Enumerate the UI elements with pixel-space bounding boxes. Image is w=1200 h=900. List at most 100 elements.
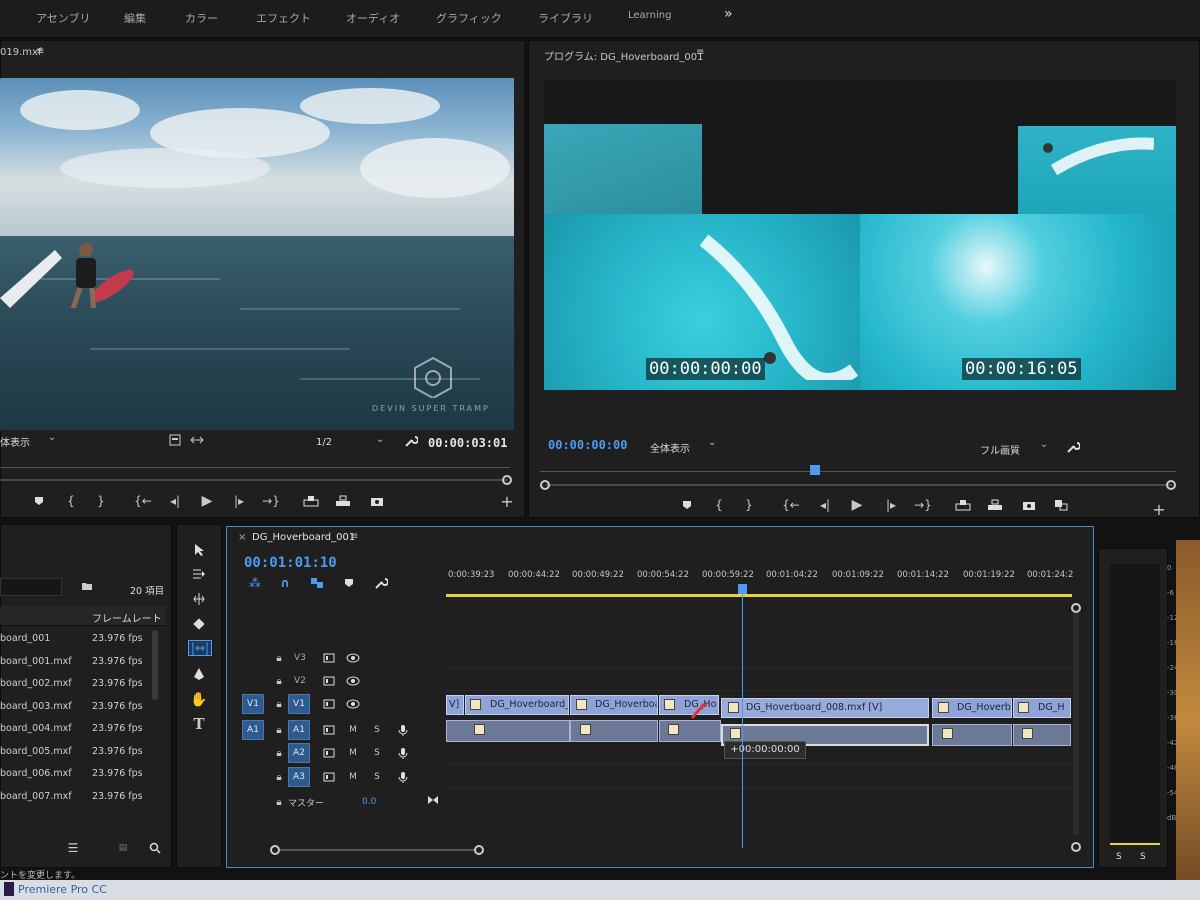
eye-icon[interactable] — [344, 673, 362, 689]
add-marker-icon[interactable] — [678, 497, 696, 513]
solo-a3-button[interactable]: S — [368, 769, 386, 785]
track-target-a3[interactable]: A3 — [288, 767, 310, 787]
type-tool-icon[interactable]: T — [190, 715, 208, 733]
folder-icon[interactable] — [78, 578, 96, 594]
column-frame-rate[interactable]: フレームレート — [92, 610, 162, 625]
panel-menu-icon[interactable]: ≡ — [350, 531, 358, 542]
solo-a2-button[interactable]: S — [368, 745, 386, 761]
horizontal-scrollbar[interactable] — [280, 849, 476, 851]
razor-tool-icon[interactable] — [190, 616, 208, 632]
timeline-playhead-handle[interactable] — [738, 584, 747, 594]
master-volume-value[interactable]: 0.0 — [362, 797, 376, 807]
premiere-app-icon[interactable] — [4, 882, 14, 896]
pen-tool-icon[interactable] — [190, 666, 208, 682]
export-frame-icon[interactable] — [1020, 497, 1038, 513]
zoom-handle[interactable] — [270, 845, 280, 855]
play-icon[interactable]: ▶ — [848, 497, 866, 513]
source-timecode[interactable]: 00:00:03:01 — [428, 436, 507, 450]
sync-lock-icon[interactable] — [320, 650, 338, 666]
go-to-in-icon[interactable]: {← — [782, 497, 800, 513]
project-list-item[interactable]: board_001 23.976 fps — [0, 628, 158, 650]
button-editor-plus-icon[interactable]: + — [498, 492, 516, 511]
zoom-handle[interactable] — [1166, 480, 1176, 490]
project-scrollbar[interactable] — [152, 630, 158, 700]
selection-tool-icon[interactable] — [190, 542, 208, 558]
taskbar-app-label[interactable]: Premiere Pro CC — [18, 883, 107, 896]
more-workspaces-icon[interactable]: » — [724, 6, 733, 22]
settings-toggle-icon[interactable] — [166, 432, 184, 448]
chevron-down-icon[interactable]: ⌄ — [48, 432, 56, 443]
close-tab-icon[interactable]: × — [238, 532, 246, 543]
slip-tool-icon[interactable]: |↔| — [188, 640, 212, 656]
insert-icon[interactable] — [302, 493, 320, 509]
wrench-icon[interactable] — [402, 433, 420, 449]
source-zoom-scrollbar[interactable] — [0, 479, 508, 481]
sync-lock-icon[interactable] — [320, 696, 338, 712]
timeline-tab[interactable]: DG_Hoverboard_001 — [252, 532, 355, 543]
solo-right-button[interactable]: S — [1140, 852, 1146, 862]
step-back-icon[interactable]: ◂| — [816, 497, 834, 513]
step-back-icon[interactable]: ◂| — [166, 493, 184, 509]
microphone-icon[interactable] — [394, 722, 412, 738]
project-list-item[interactable]: board_003.mxf 23.976 fps — [0, 696, 158, 718]
extract-icon[interactable] — [986, 497, 1004, 513]
zoom-handle[interactable] — [540, 480, 550, 490]
mark-in-icon[interactable]: { — [62, 493, 80, 509]
mark-in-icon[interactable]: { — [710, 497, 728, 513]
panel-menu-icon[interactable]: ≡ — [36, 46, 44, 57]
sync-lock-icon[interactable] — [320, 745, 338, 761]
solo-a1-button[interactable]: S — [368, 722, 386, 738]
zoom-handle[interactable] — [502, 475, 512, 485]
program-ruler[interactable] — [540, 462, 1176, 472]
program-timecode[interactable]: 00:00:00:00 — [548, 438, 627, 452]
microphone-icon[interactable] — [394, 769, 412, 785]
timeline-timecode[interactable]: 00:01:01:10 — [244, 555, 337, 571]
eye-icon[interactable] — [344, 650, 362, 666]
project-search-input[interactable] — [0, 578, 62, 596]
sync-lock-icon[interactable] — [320, 722, 338, 738]
play-icon[interactable]: ▶ — [198, 493, 216, 509]
wrench-icon[interactable] — [1064, 439, 1082, 455]
lock-icon[interactable]: 🔒︎ — [270, 650, 288, 666]
project-list-item[interactable]: board_005.mxf 23.976 fps — [0, 741, 158, 763]
nest-sequences-icon[interactable]: ⁂ — [246, 575, 264, 591]
track-target-a1[interactable]: A1 — [288, 720, 310, 740]
project-list-item[interactable]: board_006.mxf 23.976 fps — [0, 763, 158, 785]
step-forward-icon[interactable]: |▸ — [230, 493, 248, 509]
track-v3-lane[interactable] — [446, 646, 1072, 668]
comparison-view-icon[interactable] — [1052, 497, 1070, 513]
project-list-item[interactable]: board_004.mxf 23.976 fps — [0, 718, 158, 740]
vertical-scrollbar[interactable] — [1073, 613, 1079, 835]
mark-out-icon[interactable]: } — [740, 497, 758, 513]
workspace-effects[interactable]: エフェクト — [256, 10, 311, 26]
snap-icon[interactable]: ∩ — [276, 575, 294, 591]
vertical-zoom-handle[interactable] — [1071, 603, 1081, 613]
microphone-icon[interactable] — [394, 745, 412, 761]
lock-icon[interactable]: 🔒︎ — [270, 696, 288, 712]
sync-lock-icon[interactable] — [320, 673, 338, 689]
timeline-playhead-line[interactable] — [742, 590, 743, 848]
solo-left-button[interactable]: S — [1116, 852, 1122, 862]
program-monitor-title[interactable]: プログラム: DG_Hoverboard_001 — [544, 48, 703, 63]
workspace-audio[interactable]: オーディオ — [346, 10, 400, 26]
project-list-item[interactable]: board_001.mxf 23.976 fps — [0, 651, 158, 673]
source-patch-v1[interactable]: V1 — [242, 694, 264, 714]
workspace-color[interactable]: カラー — [185, 10, 218, 26]
workspace-edit[interactable]: 編集 — [124, 10, 146, 26]
video-clip[interactable]: DG_Hoverboard_008.mxf [V] — [721, 698, 929, 718]
workspace-graphics[interactable]: グラフィック — [436, 10, 502, 26]
program-quality-select[interactable]: フル画質 — [980, 442, 1020, 457]
source-patch-a1[interactable]: A1 — [242, 720, 264, 740]
workspace-assembly[interactable]: アセンブリ — [36, 10, 90, 26]
track-a3-lane[interactable] — [446, 766, 1072, 788]
project-list-item[interactable]: board_002.mxf 23.976 fps — [0, 673, 158, 695]
mute-a2-button[interactable]: M — [344, 745, 362, 761]
workspace-learning[interactable]: Learning — [628, 10, 671, 21]
hand-tool-icon[interactable]: ✋ — [190, 692, 208, 708]
track-target-v1[interactable]: V1 — [288, 694, 310, 714]
button-editor-plus-icon[interactable]: + — [1150, 500, 1168, 519]
go-to-end-icon[interactable] — [424, 792, 442, 808]
chevron-down-icon[interactable]: ⌄ — [1040, 439, 1048, 450]
track-select-tool-icon[interactable] — [190, 566, 208, 582]
mute-a3-button[interactable]: M — [344, 769, 362, 785]
